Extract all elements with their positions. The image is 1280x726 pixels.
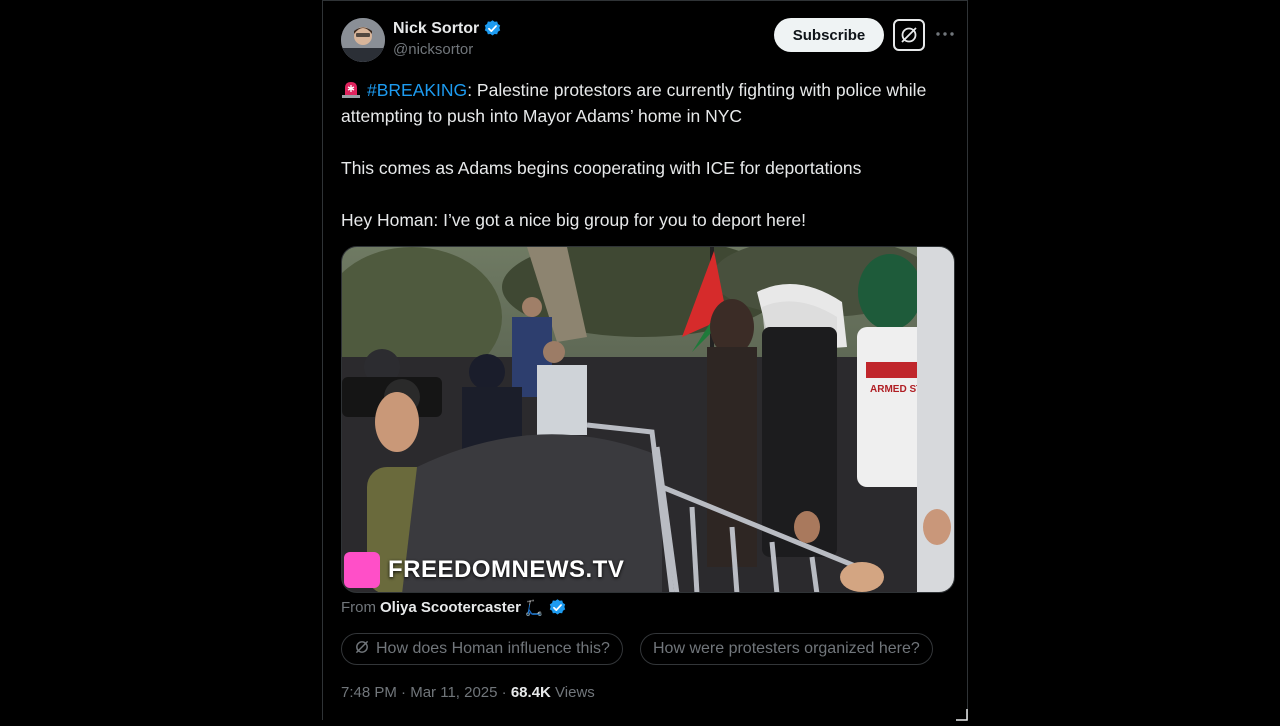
grok-icon[interactable] bbox=[893, 19, 925, 51]
post-card: Nick Sortor @nicksortor Subscribe #BREAK… bbox=[322, 0, 968, 720]
meta-separator: · bbox=[401, 684, 407, 701]
post-line-1: #BREAKING: Palestine protestors are curr… bbox=[341, 77, 951, 129]
grok-icon bbox=[354, 639, 370, 660]
author-handle[interactable]: @nicksortor bbox=[393, 41, 473, 58]
subscribe-button[interactable]: Subscribe bbox=[774, 18, 884, 52]
views-label: Views bbox=[555, 684, 595, 701]
cursor-corner-icon bbox=[956, 708, 968, 721]
media-source: From Oliya Scootercaster 🛴 bbox=[341, 598, 567, 617]
grok-prompt-2[interactable]: How were protesters organized here? bbox=[640, 633, 933, 665]
post-date[interactable]: Mar 11, 2025 bbox=[410, 684, 497, 701]
hashtag-link[interactable]: #BREAKING bbox=[367, 80, 467, 100]
watermark-text: FREEDOMNEWS.TV bbox=[388, 556, 625, 583]
post-time[interactable]: 7:48 PM bbox=[341, 684, 397, 701]
author-name[interactable]: Nick Sortor bbox=[393, 20, 479, 38]
post-line-3: Hey Homan: I’ve got a nice big group for… bbox=[341, 210, 806, 230]
source-prefix: From bbox=[341, 599, 376, 616]
video-watermark: FREEDOMNEWS.TV bbox=[342, 552, 624, 592]
more-options-icon[interactable] bbox=[933, 22, 957, 46]
watermark-logo-icon bbox=[344, 552, 380, 588]
grok-prompt-label: How were protesters organized here? bbox=[653, 640, 920, 657]
meta-separator: · bbox=[501, 684, 507, 701]
author-name-row[interactable]: Nick Sortor bbox=[393, 19, 502, 38]
post-text: #BREAKING: Palestine protestors are curr… bbox=[341, 77, 951, 233]
avatar[interactable] bbox=[341, 18, 385, 62]
verified-badge-icon bbox=[483, 19, 502, 38]
scooter-emoji: 🛴 bbox=[524, 599, 544, 617]
siren-icon bbox=[341, 79, 361, 99]
divider bbox=[323, 0, 967, 1]
grok-prompt-label: How does Homan influence this? bbox=[376, 640, 610, 657]
views-count: 68.4K bbox=[510, 684, 551, 701]
post-line-2: This comes as Adams begins cooperating w… bbox=[341, 158, 862, 178]
post-meta: 7:48 PM · Mar 11, 2025 · 68.4K Views bbox=[341, 684, 595, 701]
video-frame: ARMED STRUG bbox=[342, 247, 954, 592]
source-name[interactable]: Oliya Scootercaster bbox=[380, 599, 521, 616]
verified-badge-icon bbox=[548, 598, 567, 617]
grok-prompt-1[interactable]: How does Homan influence this? bbox=[341, 633, 623, 665]
video-player[interactable]: ARMED STRUG FREEDOMNEWS.TV bbox=[341, 246, 955, 593]
